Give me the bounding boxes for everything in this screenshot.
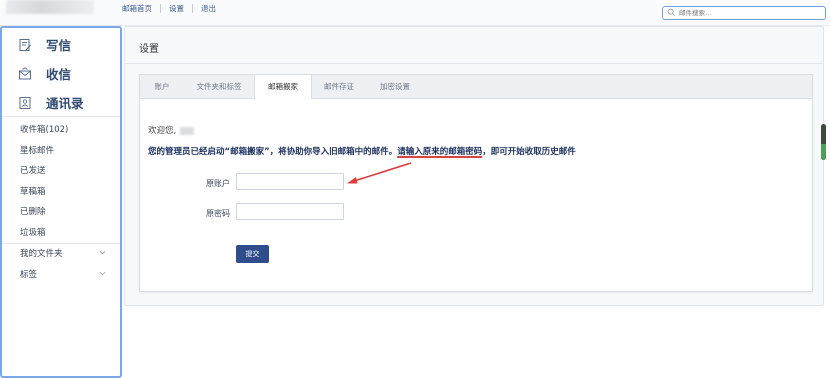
compose-icon [19, 38, 31, 51]
receive-label: 收信 [46, 67, 72, 82]
password-label: 原密码 [206, 209, 230, 218]
divider [125, 63, 823, 64]
folder-deleted[interactable]: 已删除 [2, 202, 120, 223]
chevron-down-icon [99, 250, 106, 255]
page-title: 设置 [139, 44, 159, 55]
logo [6, 0, 94, 14]
migration-notice: 您的管理员已经启动“邮箱搬家”，将协助你导入旧邮箱中的邮件。请输入原来的邮箱密码… [148, 145, 576, 157]
scrollbar-thumb[interactable] [821, 144, 826, 160]
sidebar: 写信 收信 通讯录 收件箱(102) 星标邮件 已发送 草稿箱 已删除 垃圾箱 [0, 26, 122, 378]
inbox-icon [19, 66, 31, 79]
username-redacted [180, 126, 195, 135]
original-password-field[interactable] [236, 203, 344, 220]
group-tags-label: 标签 [20, 269, 38, 280]
folder-sent[interactable]: 已发送 [2, 161, 120, 182]
account-label: 原账户 [206, 179, 230, 188]
folder-list: 收件箱(102) 星标邮件 已发送 草稿箱 已删除 垃圾箱 我的文件夹 标签 [2, 117, 120, 285]
tab-encryption[interactable]: 加密设置 [367, 75, 423, 98]
submit-button[interactable]: 提交 [236, 245, 269, 263]
search-input[interactable] [679, 7, 819, 18]
link-logout[interactable]: 退出 [193, 4, 224, 13]
sidebar-actions: 写信 收信 通讯录 [2, 28, 120, 117]
tab-mail-migration[interactable]: 邮箱搬家 [254, 75, 312, 99]
folder-drafts[interactable]: 草稿箱 [2, 182, 120, 203]
compose-label: 写信 [46, 38, 72, 53]
compose-button[interactable]: 写信 [2, 30, 120, 59]
settings-panel: 设置 账户 文件夹和标签 邮箱搬家 邮件存证 加密设置 欢迎您, 您的管理员已经… [124, 26, 824, 306]
settings-card: 账户 文件夹和标签 邮箱搬家 邮件存证 加密设置 欢迎您, 您的管理员已经启动“… [139, 74, 813, 292]
group-my-folders[interactable]: 我的文件夹 [2, 244, 120, 265]
settings-tabs: 账户 文件夹和标签 邮箱搬家 邮件存证 加密设置 [140, 75, 812, 99]
top-bar: 邮箱首页 设置 退出 [0, 0, 830, 26]
folder-spam[interactable]: 垃圾箱 [2, 223, 120, 244]
contacts-button[interactable]: 通讯录 [2, 88, 120, 117]
main-content: 设置 账户 文件夹和标签 邮箱搬家 邮件存证 加密设置 欢迎您, 您的管理员已经… [124, 26, 830, 378]
top-nav: 邮箱首页 设置 退出 [122, 4, 224, 13]
annotation-arrow-icon [347, 162, 412, 184]
folder-starred[interactable]: 星标邮件 [2, 141, 120, 162]
notice-part2: ，即可开始收取历史邮件 [482, 147, 576, 157]
group-my-folders-label: 我的文件夹 [20, 249, 63, 259]
original-account-field[interactable] [236, 173, 344, 190]
group-tags[interactable]: 标签 [2, 265, 120, 286]
receive-button[interactable]: 收信 [2, 59, 120, 88]
chevron-down-icon [99, 271, 106, 275]
notice-part1: 您的管理员已经启动“邮箱搬家”，将协助你导入旧邮箱中的邮件。 [148, 147, 398, 157]
tab-account[interactable]: 账户 [140, 75, 184, 98]
search-icon [667, 8, 675, 16]
tab-mail-evidence[interactable]: 邮件存证 [311, 75, 367, 98]
welcome-label: 欢迎您, [148, 126, 177, 136]
link-mail-home[interactable]: 邮箱首页 [122, 4, 161, 13]
tab-folders-tags[interactable]: 文件夹和标签 [184, 75, 254, 98]
search-box[interactable] [662, 6, 826, 20]
contacts-icon [19, 96, 31, 109]
contacts-label: 通讯录 [46, 96, 84, 111]
welcome-text: 欢迎您, [148, 124, 195, 136]
link-settings[interactable]: 设置 [161, 4, 193, 13]
folder-inbox[interactable]: 收件箱(102) [2, 120, 120, 141]
notice-highlight: 请输入原来的邮箱密码 [397, 147, 483, 157]
